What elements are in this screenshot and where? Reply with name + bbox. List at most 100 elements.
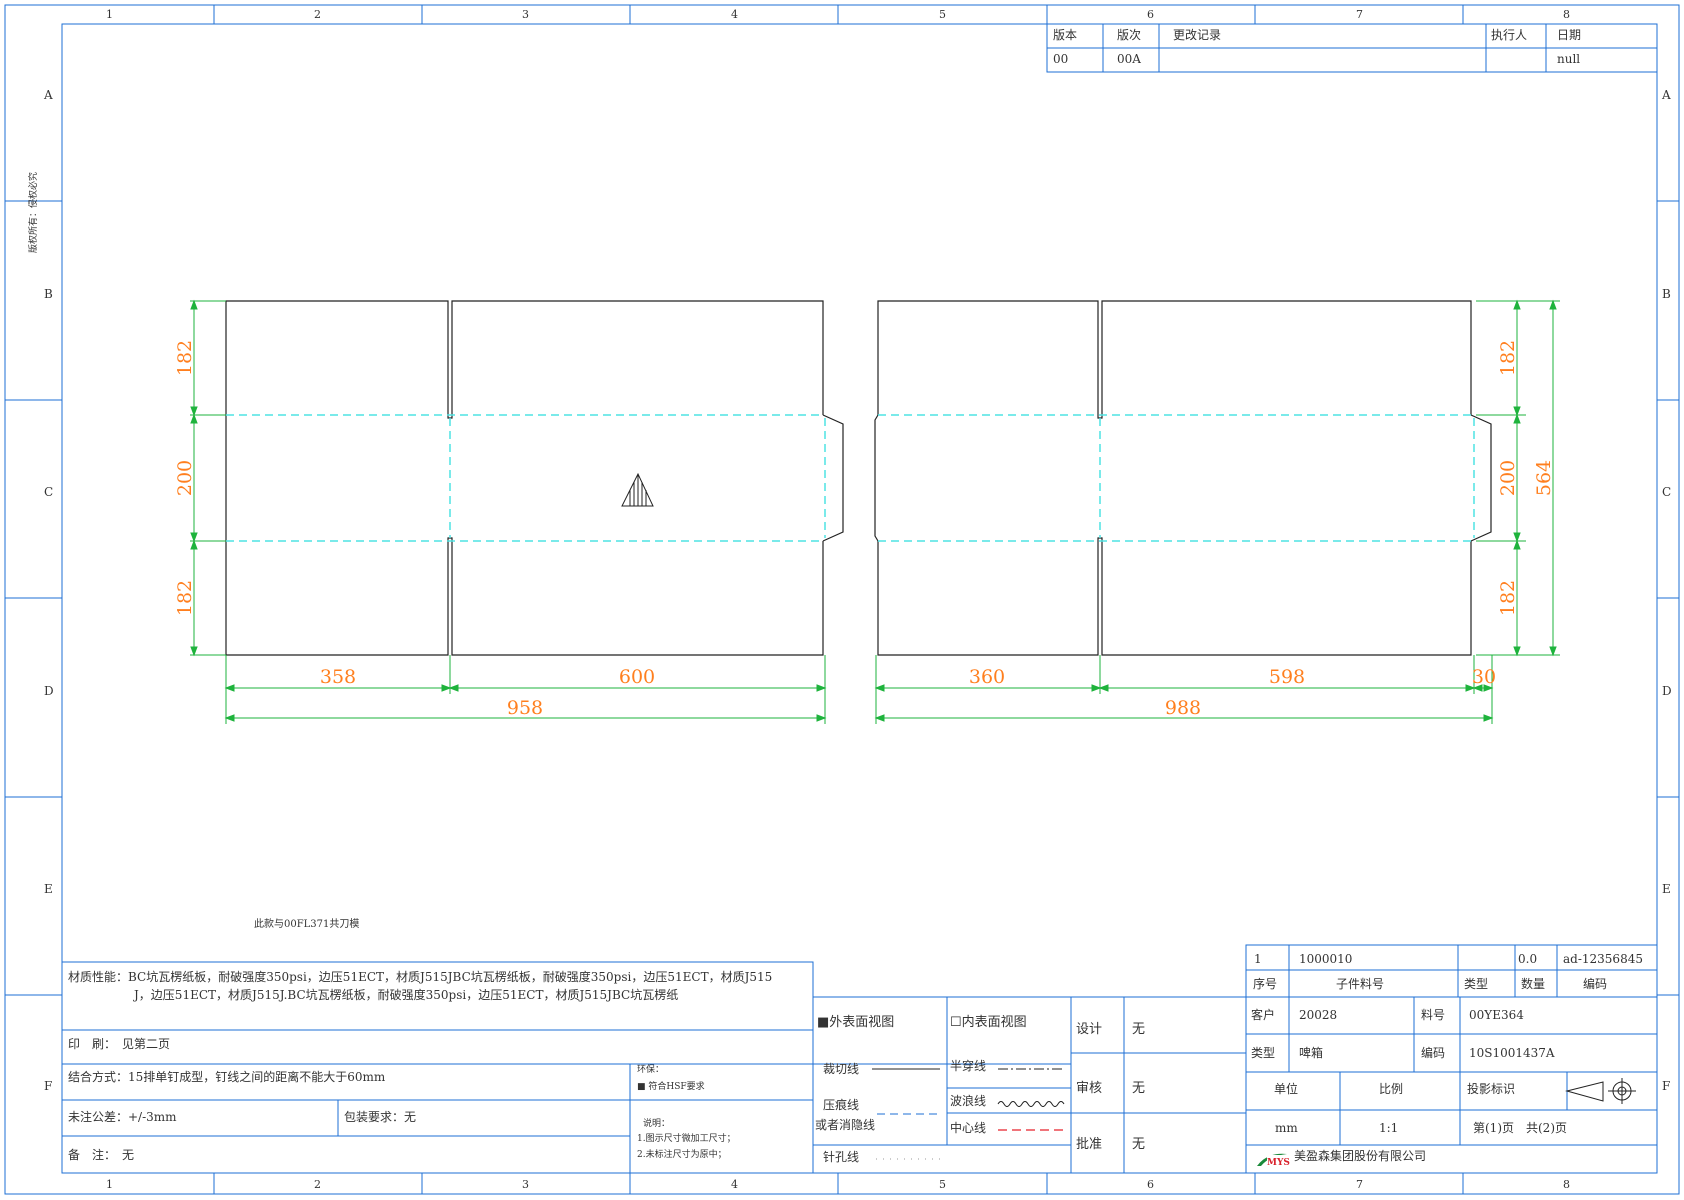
part-no-header: 子件料号 — [1336, 977, 1385, 991]
approve-label: 批准 — [1076, 1137, 1103, 1152]
material-spec-cont: J，边压51ECT，材质J515J.BC坑瓦楞纸板，耐破强度350psi，边压5… — [134, 988, 679, 1002]
env-title: 环保： — [637, 1065, 665, 1075]
part-no-value: 1000010 — [1299, 952, 1353, 966]
logo-text: MYS — [1267, 1158, 1290, 1168]
company-logo: MYS — [1257, 1153, 1291, 1168]
crease-line-label-2: 或者消隐线 — [815, 1118, 876, 1132]
joining-spec: 结合方式：15排单钉成型，钉线之间的距离不能大于60mm — [68, 1070, 386, 1084]
col-num-bot-8: 8 — [1563, 1178, 1570, 1191]
col-num-top-7: 7 — [1356, 8, 1363, 21]
part-code-value: ad-12356845 — [1563, 952, 1643, 966]
row-letter-right-A: A — [1662, 88, 1671, 102]
wave-line-label: 波浪线 — [950, 1094, 987, 1108]
row-letter-right-D: D — [1662, 684, 1672, 698]
dim-right-mid: 200 — [1497, 460, 1519, 496]
design-label: 设计 — [1076, 1022, 1103, 1037]
right-die-outline — [874, 300, 1492, 656]
part-seq-header: 序号 — [1253, 977, 1278, 991]
center-line-label: 中心线 — [950, 1121, 987, 1135]
shared-die-note: 此款与00FL371共刀模 — [254, 919, 360, 930]
dim-right-top: 182 — [1497, 340, 1519, 376]
cut-line-label: 裁切线 — [823, 1062, 860, 1076]
rev-header-edition: 版次 — [1117, 28, 1142, 42]
row-letter-left-B: B — [44, 287, 53, 301]
part-qty-header: 数量 — [1521, 977, 1546, 991]
grain-direction-symbol — [621, 472, 654, 507]
col-num-bot-7: 7 — [1356, 1178, 1363, 1191]
dim-w958: 958 — [507, 697, 543, 719]
material-spec: 材质性能：BC坑瓦楞纸板，耐破强度350psi，边压51ECT，材质J515JB… — [68, 970, 773, 984]
col-num-bot-1: 1 — [106, 1178, 113, 1191]
perforation-line-label: 针孔线 — [823, 1150, 860, 1164]
approve-value: 无 — [1132, 1137, 1146, 1152]
col-num-bot-4: 4 — [731, 1178, 738, 1191]
unit-label: 单位 — [1274, 1082, 1299, 1096]
remarks-spec: 备 注： 无 — [68, 1148, 135, 1162]
dim-w598: 598 — [1269, 666, 1305, 688]
crease-line-label: 压痕线 — [823, 1098, 860, 1112]
code-value: 10S1001437A — [1469, 1046, 1555, 1060]
left-die-outline — [225, 300, 844, 656]
dim-w358: 358 — [320, 666, 356, 688]
review-value: 无 — [1132, 1081, 1146, 1096]
explain-title: 说明： — [643, 1119, 671, 1129]
wave-line-sample — [997, 1101, 1065, 1107]
row-letter-left-F: F — [44, 1079, 53, 1093]
col-num-bot-3: 3 — [522, 1178, 529, 1191]
row-letter-right-C: C — [1662, 485, 1672, 499]
printing-spec: 印 刷： 见第二页 — [68, 1037, 171, 1051]
projection-symbol-icon — [1565, 1078, 1636, 1104]
material-no-label: 料号 — [1421, 1008, 1446, 1022]
customer-value: 20028 — [1299, 1008, 1338, 1022]
dim-left-top: 182 — [174, 340, 196, 376]
design-value: 无 — [1132, 1022, 1146, 1037]
type-label: 类型 — [1251, 1046, 1276, 1060]
row-letter-right-F: F — [1662, 1079, 1671, 1093]
material-no-value: 00YE364 — [1469, 1008, 1524, 1022]
rev-header-record: 更改记录 — [1173, 28, 1222, 42]
part-qty-value: 0.0 — [1518, 952, 1538, 966]
explain-line-1: 1.图示尺寸微加工尺寸； — [637, 1134, 736, 1144]
scale-label: 比例 — [1379, 1082, 1404, 1096]
projection-label: 投影标识 — [1467, 1082, 1516, 1096]
inner-view-label: ☐内表面视图 — [950, 1015, 1027, 1030]
rev-header-date: 日期 — [1557, 28, 1582, 42]
rev-value-date: null — [1557, 52, 1581, 66]
row-letter-right-B: B — [1662, 287, 1671, 301]
col-num-top-1: 1 — [106, 8, 113, 21]
left-crease-lines — [226, 414, 826, 542]
rev-value-edition: 00A — [1117, 52, 1141, 66]
company-name: 美盈森集团股份有限公司 — [1294, 1149, 1427, 1163]
dim-w600: 600 — [619, 666, 655, 688]
outer-view-label: ■外表面视图 — [817, 1015, 895, 1030]
col-num-top-3: 3 — [522, 8, 529, 21]
explain-line-2: 2.未标注尺寸为原中； — [637, 1150, 727, 1160]
col-num-top-4: 4 — [731, 8, 738, 21]
part-type-header: 类型 — [1464, 977, 1489, 991]
type-value: 啤箱 — [1299, 1046, 1324, 1060]
rev-header-executor: 执行人 — [1491, 28, 1528, 42]
row-letter-left-D: D — [44, 684, 54, 698]
dim-w30: 30 — [1472, 666, 1496, 688]
part-code-header: 编码 — [1583, 977, 1608, 991]
half-cut-line-label: 半穿线 — [950, 1059, 987, 1073]
row-letter-left-A: A — [44, 88, 53, 102]
customer-label: 客户 — [1251, 1008, 1276, 1022]
code-label: 编码 — [1421, 1046, 1446, 1060]
row-letter-right-E: E — [1662, 882, 1671, 896]
dim-right-bot: 182 — [1497, 580, 1519, 616]
dim-left-mid: 200 — [174, 460, 196, 496]
scale-value: 1:1 — [1379, 1121, 1399, 1135]
env-value: ■ 符合HSF要求 — [637, 1082, 705, 1092]
col-num-bot-2: 2 — [314, 1178, 321, 1191]
dim-w360: 360 — [969, 666, 1005, 688]
copyright-side-note: 版权所有：侵权必究 — [29, 171, 40, 254]
col-num-top-5: 5 — [939, 8, 946, 21]
row-letter-left-E: E — [44, 882, 53, 896]
col-num-top-2: 2 — [314, 8, 321, 21]
packing-spec: 包装要求：无 — [344, 1110, 417, 1124]
dim-w988: 988 — [1165, 697, 1201, 719]
col-num-top-8: 8 — [1563, 8, 1570, 21]
dim-left-bot: 182 — [174, 580, 196, 616]
tolerance-spec: 未注公差：+/-3mm — [68, 1110, 177, 1124]
